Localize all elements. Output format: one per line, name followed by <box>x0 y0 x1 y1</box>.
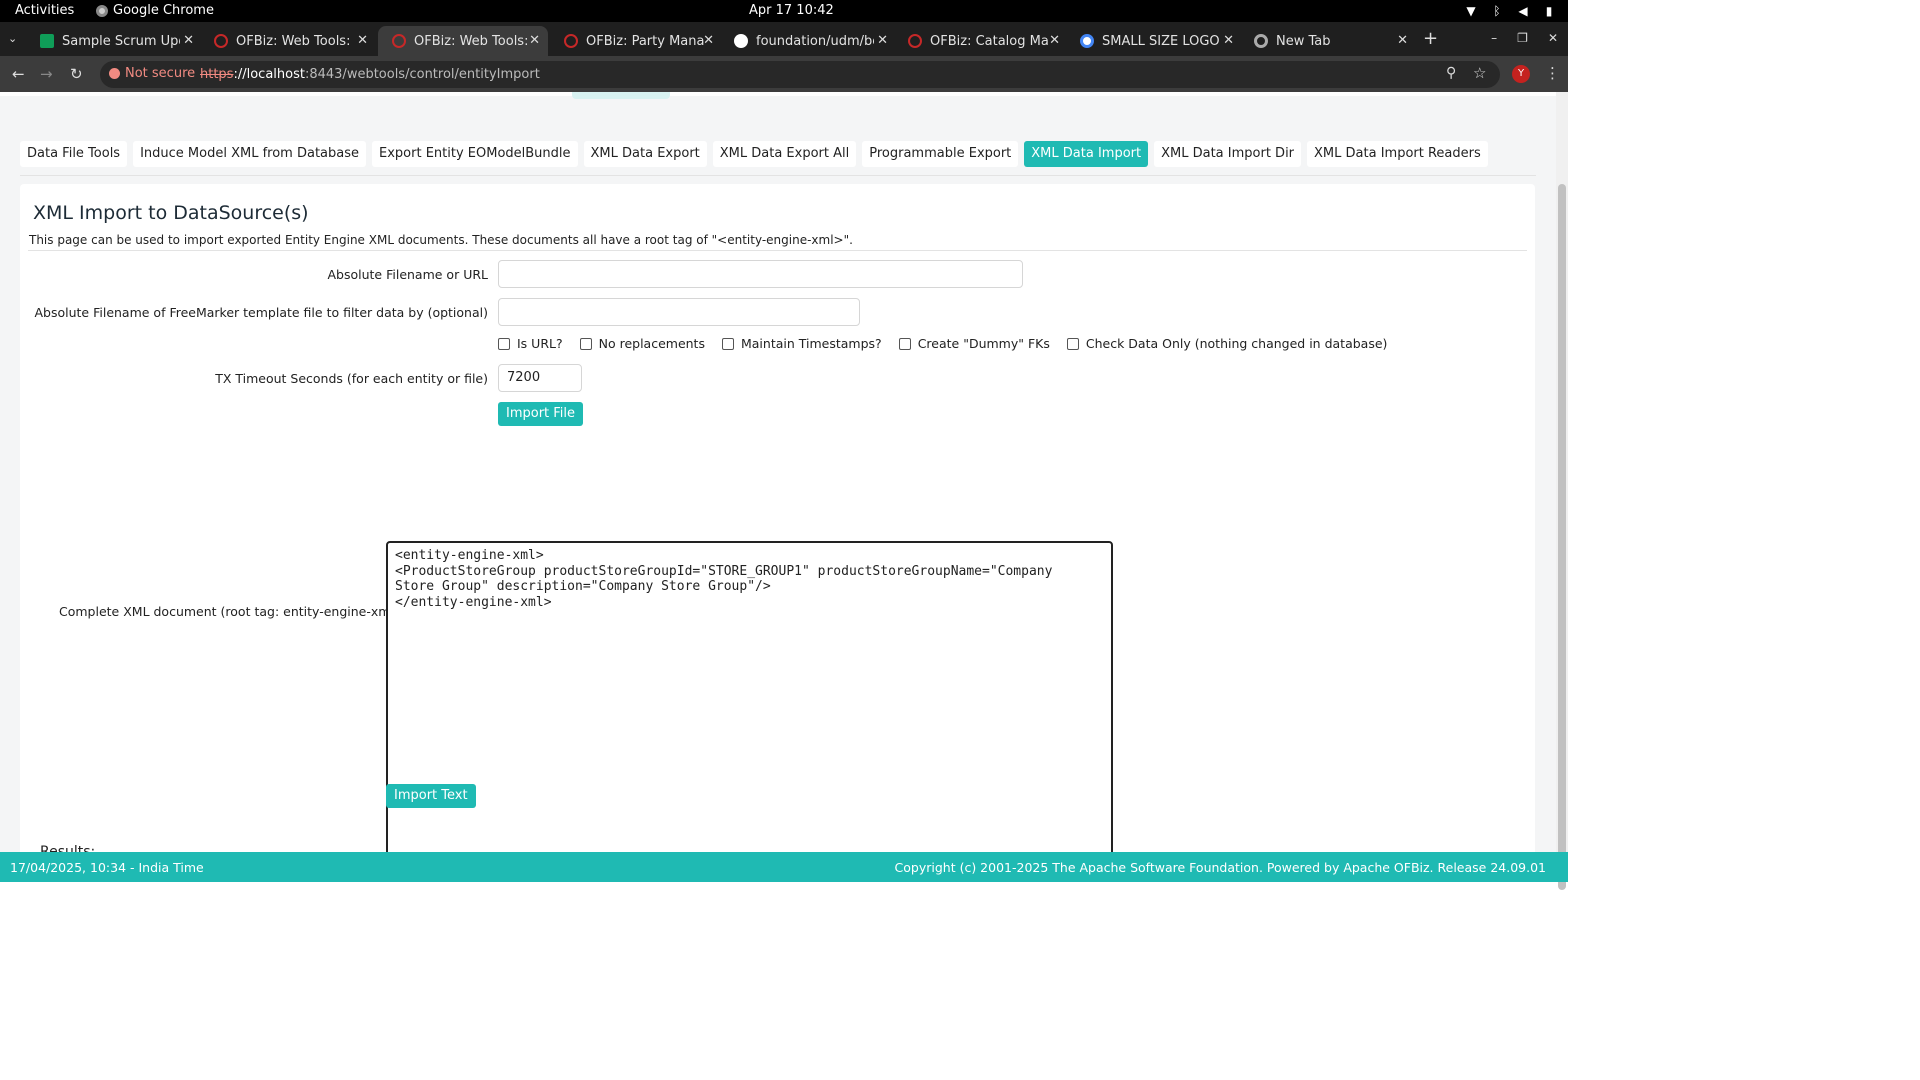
checkbox-box[interactable] <box>498 337 510 350</box>
zoom-icon[interactable]: ⚲ <box>1446 65 1456 81</box>
browser-tab[interactable]: New Tab ✕ <box>1240 26 1416 56</box>
profile-avatar[interactable]: Y <box>1512 65 1530 83</box>
create-dummy-fks-checkbox[interactable]: Create "Dummy" FKs <box>898 336 1050 351</box>
ofbiz-icon <box>564 34 578 48</box>
subtab-programmable-export[interactable]: Programmable Export <box>862 141 1019 167</box>
browser-tab[interactable]: OFBiz: Catalog Mana ✕ <box>894 26 1068 56</box>
not-secure-chip[interactable]: Not secure <box>109 66 195 81</box>
import-text-button[interactable]: Import Text <box>386 784 476 808</box>
import-form-card: XML Import to DataSource(s) This page ca… <box>20 184 1535 852</box>
back-icon[interactable]: ← <box>12 65 25 83</box>
system-top-bar: Activities Google Chrome Apr 17 10:42 ▼ … <box>0 0 1568 22</box>
close-tab-icon[interactable]: ✕ <box>1397 33 1408 48</box>
timeout-input[interactable]: 7200 <box>498 364 582 392</box>
subtab-xml-data-export[interactable]: XML Data Export <box>583 141 707 167</box>
is-url-checkbox[interactable]: Is URL? <box>498 336 563 351</box>
close-tab-icon[interactable]: ✕ <box>703 33 714 48</box>
bookmark-star-icon[interactable]: ☆ <box>1473 64 1486 82</box>
warning-icon <box>109 68 120 79</box>
battery-icon: ▮ <box>1545 4 1553 18</box>
chrome-menu-icon[interactable]: ⋮ <box>1545 64 1560 82</box>
browser-tab[interactable]: Sample Scrum Updat ✕ <box>26 26 202 56</box>
clock[interactable]: Apr 17 10:42 <box>749 3 834 18</box>
close-tab-icon[interactable]: ✕ <box>1049 33 1060 48</box>
subtab-export-eomodelbundle[interactable]: Export Entity EOModelBundle <box>372 141 578 167</box>
page-scrollbar[interactable] <box>1556 92 1568 890</box>
checkbox-box[interactable] <box>721 337 734 350</box>
checkbox-box[interactable] <box>579 337 592 350</box>
browser-tab[interactable]: OFBiz: Web Tools: Vi ✕ <box>200 26 376 56</box>
close-tab-icon[interactable]: ✕ <box>183 33 194 48</box>
checkbox-box[interactable] <box>898 337 911 350</box>
template-input[interactable] <box>498 298 860 326</box>
ofbiz-icon <box>214 34 228 48</box>
bluetooth-icon: ᛒ <box>1493 4 1501 18</box>
reload-icon[interactable]: ↻ <box>70 65 83 83</box>
restore-icon[interactable]: ❐ <box>1517 31 1528 45</box>
subtab-induce-model-xml[interactable]: Induce Model XML from Database <box>133 141 367 167</box>
app-menu[interactable]: Google Chrome <box>96 3 214 18</box>
wifi-icon: ▼ <box>1466 4 1476 18</box>
filename-label: Absolute Filename or URL <box>327 267 488 282</box>
google-icon <box>1080 34 1094 48</box>
xml-document-textarea[interactable]: <entity-engine-xml> <ProductStoreGroup p… <box>386 541 1113 852</box>
browser-tab[interactable]: foundation/udm/be ✕ <box>720 26 896 56</box>
minimize-icon[interactable]: – <box>1491 31 1497 45</box>
close-tab-icon[interactable]: ✕ <box>529 33 540 48</box>
no-replacements-checkbox[interactable]: No replacements <box>579 336 705 351</box>
tab-search-icon[interactable]: ⌄ <box>8 32 17 45</box>
sheets-icon <box>40 34 54 48</box>
page-footer: 17/04/2025, 10:34 - India Time Copyright… <box>0 852 1568 882</box>
close-tab-icon[interactable]: ✕ <box>1223 33 1234 48</box>
maintain-timestamps-checkbox[interactable]: Maintain Timestamps? <box>721 336 882 351</box>
divider <box>20 175 1536 176</box>
subtab-xml-data-import[interactable]: XML Data Import <box>1024 141 1149 167</box>
subtab-data-file-tools[interactable]: Data File Tools <box>20 141 128 167</box>
webtools-subnav: Data File Tools Induce Model XML from Da… <box>20 141 1488 167</box>
footer-copyright: Copyright (c) 2001-2025 The Apache Softw… <box>894 860 1546 875</box>
close-tab-icon[interactable]: ✕ <box>357 33 368 48</box>
chrome-icon <box>96 4 108 17</box>
ofbiz-icon <box>392 34 406 48</box>
window-controls: – ❐ ✕ <box>1491 31 1558 45</box>
browser-tab[interactable]: SMALL SIZE LOGOG I ✕ <box>1066 26 1242 56</box>
divider <box>28 250 1527 251</box>
subtab-xml-data-import-readers[interactable]: XML Data Import Readers <box>1307 141 1488 167</box>
scrollbar-thumb[interactable] <box>1558 184 1566 890</box>
close-tab-icon[interactable]: ✕ <box>877 33 888 48</box>
ofbiz-icon <box>908 34 922 48</box>
address-bar[interactable]: Not secure https://localhost:8443/webtoo… <box>100 61 1500 88</box>
forward-icon[interactable]: → <box>40 65 53 83</box>
url-text[interactable]: https://localhost:8443/webtools/control/… <box>200 67 540 82</box>
chrome-icon <box>1254 34 1268 48</box>
page-viewport: Data File Tools Induce Model XML from Da… <box>0 92 1556 852</box>
filename-input[interactable] <box>498 260 1023 288</box>
github-icon <box>734 34 748 48</box>
subtab-xml-data-export-all[interactable]: XML Data Export All <box>712 141 857 167</box>
import-file-button[interactable]: Import File <box>498 402 584 426</box>
checkbox-box[interactable] <box>1066 337 1079 350</box>
timeout-label: TX Timeout Seconds (for each entity or f… <box>215 371 488 386</box>
import-options: Is URL? No replacements Maintain Timesta… <box>498 336 1404 351</box>
footer-timestamp: 17/04/2025, 10:34 - India Time <box>10 860 204 875</box>
active-nav-remnant <box>572 92 670 99</box>
check-data-only-checkbox[interactable]: Check Data Only (nothing changed in data… <box>1066 336 1387 351</box>
results-heading: Results: <box>40 844 96 852</box>
subtab-xml-data-import-dir[interactable]: XML Data Import Dir <box>1154 141 1302 167</box>
page-title: XML Import to DataSource(s) <box>33 202 309 224</box>
browser-toolbar: ← → ↻ Not secure https://localhost:8443/… <box>0 56 1568 92</box>
header-remnant <box>0 92 1556 99</box>
system-tray[interactable]: ▼ ᛒ ◀ ▮ <box>1464 4 1556 18</box>
app-name: Google Chrome <box>113 3 214 18</box>
page-description: This page can be used to import exported… <box>29 233 853 247</box>
browser-tab[interactable]: OFBiz: Party Manage ✕ <box>550 26 722 56</box>
new-tab-icon[interactable]: + <box>1423 28 1438 49</box>
tab-strip: ⌄ Sample Scrum Updat ✕ OFBiz: Web Tools:… <box>0 22 1568 56</box>
xml-document-label: Complete XML document (root tag: entity-… <box>59 604 399 619</box>
close-window-icon[interactable]: ✕ <box>1548 31 1558 45</box>
browser-tab-active[interactable]: OFBiz: Web Tools: XI ✕ <box>378 26 548 56</box>
activities-button[interactable]: Activities <box>15 3 74 18</box>
volume-icon: ◀ <box>1518 4 1528 18</box>
template-label: Absolute Filename of FreeMarker template… <box>34 305 488 320</box>
